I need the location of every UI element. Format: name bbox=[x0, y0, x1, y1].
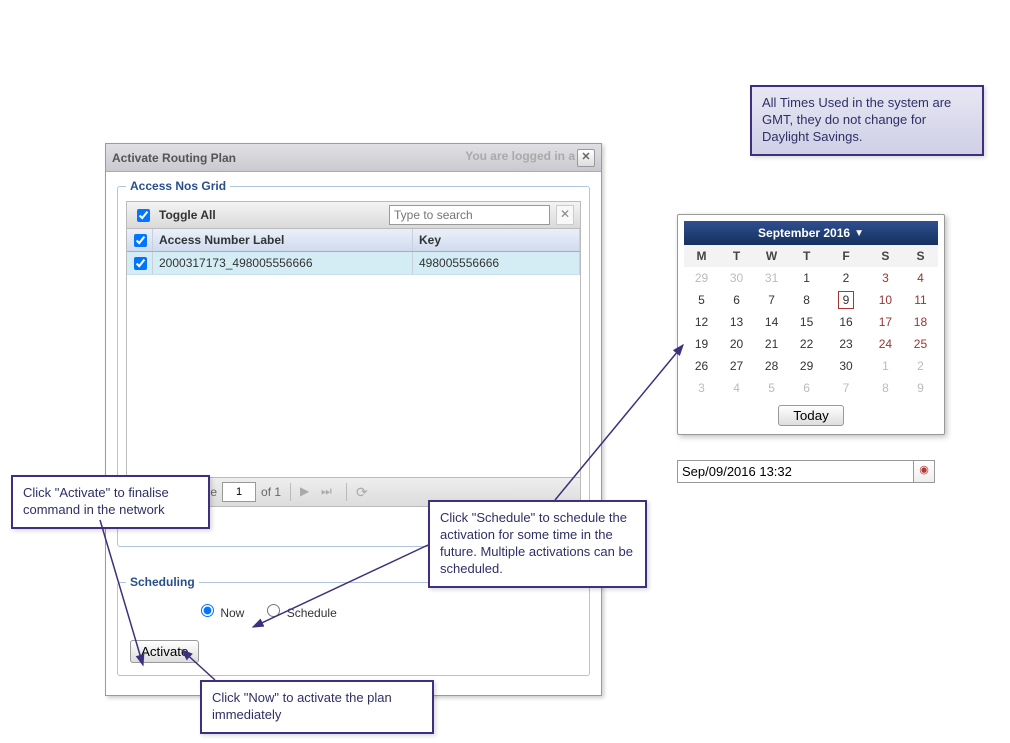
calendar-day[interactable]: 4 bbox=[903, 267, 938, 289]
calendar-day[interactable]: 1 bbox=[868, 355, 903, 377]
calendar-dow: F bbox=[824, 245, 868, 267]
calendar-day[interactable]: 4 bbox=[719, 377, 754, 399]
calendar-day[interactable]: 21 bbox=[754, 333, 789, 355]
dialog-titlebar[interactable]: Activate Routing Plan You are logged in … bbox=[106, 144, 601, 172]
calendar-day[interactable]: 3 bbox=[868, 267, 903, 289]
grid-toolbar: Toggle All ✕ bbox=[127, 202, 580, 229]
pager-page-input[interactable] bbox=[222, 482, 256, 502]
calendar-day[interactable]: 8 bbox=[789, 289, 824, 311]
calendar-today-button[interactable]: Today bbox=[778, 405, 844, 426]
calendar-widget: September 2016 ▼ MTWTFSS 293031123456789… bbox=[677, 214, 945, 435]
callout-activate: Click "Activate" to finalise command in … bbox=[11, 475, 210, 529]
callout-schedule-text: Click "Schedule" to schedule the activat… bbox=[440, 510, 633, 576]
callout-schedule: Click "Schedule" to schedule the activat… bbox=[428, 500, 647, 588]
calendar-day[interactable]: 25 bbox=[903, 333, 938, 355]
calendar-day[interactable]: 1 bbox=[789, 267, 824, 289]
calendar-dow: T bbox=[719, 245, 754, 267]
calendar-day[interactable]: 24 bbox=[868, 333, 903, 355]
calendar-day[interactable]: 27 bbox=[719, 355, 754, 377]
col-checkbox bbox=[127, 229, 153, 251]
calendar-day[interactable]: 5 bbox=[684, 289, 719, 311]
calendar-day[interactable]: 6 bbox=[719, 289, 754, 311]
calendar-day[interactable]: 15 bbox=[789, 311, 824, 333]
calendar-day[interactable]: 12 bbox=[684, 311, 719, 333]
calendar-day[interactable]: 2 bbox=[903, 355, 938, 377]
refresh-icon[interactable]: ⟳ bbox=[356, 484, 372, 500]
calendar-title: September 2016 bbox=[758, 226, 850, 240]
calendar-day[interactable]: 18 bbox=[903, 311, 938, 333]
calendar-day[interactable]: 9 bbox=[903, 377, 938, 399]
calendar-dow: S bbox=[868, 245, 903, 267]
calendar-day[interactable]: 7 bbox=[824, 377, 868, 399]
calendar-day[interactable]: 29 bbox=[684, 267, 719, 289]
calendar-dropdown-icon[interactable]: ▼ bbox=[854, 228, 864, 239]
table-row[interactable]: 2000317173_498005556666 498005556666 bbox=[127, 252, 580, 275]
row-label: 2000317173_498005556666 bbox=[153, 252, 413, 274]
callout-gmt-text: All Times Used in the system are GMT, th… bbox=[762, 95, 951, 144]
dialog-title: Activate Routing Plan bbox=[112, 151, 236, 165]
calendar-day[interactable]: 30 bbox=[824, 355, 868, 377]
col-label[interactable]: Access Number Label bbox=[153, 229, 413, 251]
calendar-day[interactable]: 20 bbox=[719, 333, 754, 355]
calendar-day[interactable]: 23 bbox=[824, 333, 868, 355]
calendar-day[interactable]: 16 bbox=[824, 311, 868, 333]
calendar-day[interactable]: 10 bbox=[868, 289, 903, 311]
calendar-dow: M bbox=[684, 245, 719, 267]
calendar-dow: T bbox=[789, 245, 824, 267]
calendar-day[interactable]: 30 bbox=[719, 267, 754, 289]
scheduling-options: Now Schedule bbox=[126, 595, 581, 636]
callout-now: Click "Now" to activate the plan immedia… bbox=[200, 680, 434, 734]
calendar-day[interactable]: 17 bbox=[868, 311, 903, 333]
calendar-day[interactable]: 19 bbox=[684, 333, 719, 355]
dialog-activate-routing-plan: Activate Routing Plan You are logged in … bbox=[105, 143, 602, 696]
calendar-grid: MTWTFSS 29303112345678910111213141516171… bbox=[684, 245, 938, 399]
radio-now[interactable]: Now bbox=[196, 601, 244, 620]
callout-activate-text: Click "Activate" to finalise command in … bbox=[23, 485, 169, 517]
logged-in-text: You are logged in a bbox=[465, 149, 575, 163]
grid-body: 2000317173_498005556666 498005556666 bbox=[127, 252, 580, 477]
close-icon[interactable]: ✕ bbox=[577, 149, 595, 167]
callout-now-text: Click "Now" to activate the plan immedia… bbox=[212, 690, 392, 722]
calendar-day[interactable]: 3 bbox=[684, 377, 719, 399]
calendar-day[interactable]: 26 bbox=[684, 355, 719, 377]
grid-header: Access Number Label Key bbox=[127, 229, 580, 252]
access-grid-legend: Access Nos Grid bbox=[126, 179, 230, 193]
calendar-dow: S bbox=[903, 245, 938, 267]
calendar-day[interactable]: 5 bbox=[754, 377, 789, 399]
calendar-day[interactable]: 7 bbox=[754, 289, 789, 311]
row-key: 498005556666 bbox=[413, 252, 580, 274]
calendar-day[interactable]: 22 bbox=[789, 333, 824, 355]
clear-search-icon[interactable]: ✕ bbox=[556, 205, 574, 225]
callout-gmt: All Times Used in the system are GMT, th… bbox=[750, 85, 984, 156]
scheduling-legend: Scheduling bbox=[126, 575, 199, 589]
toggle-all-checkbox[interactable] bbox=[137, 209, 150, 222]
toggle-all-label: Toggle All bbox=[159, 208, 216, 222]
calendar-day[interactable]: 11 bbox=[903, 289, 938, 311]
col-checkbox-input[interactable] bbox=[134, 234, 147, 247]
calendar-day[interactable]: 13 bbox=[719, 311, 754, 333]
datetime-input-row: ◉ bbox=[677, 460, 935, 483]
pager-of-label: of 1 bbox=[261, 485, 281, 499]
calendar-dow: W bbox=[754, 245, 789, 267]
calendar-day[interactable]: 6 bbox=[789, 377, 824, 399]
activate-button[interactable]: Activate bbox=[130, 640, 199, 663]
calendar-day[interactable]: 31 bbox=[754, 267, 789, 289]
calendar-day[interactable]: 2 bbox=[824, 267, 868, 289]
access-grid: Toggle All ✕ Access Number Label Key 200… bbox=[126, 201, 581, 507]
calendar-header[interactable]: September 2016 ▼ bbox=[684, 221, 938, 245]
pager-next-icon[interactable]: ▶ bbox=[300, 484, 316, 500]
calendar-day[interactable]: 29 bbox=[789, 355, 824, 377]
col-key[interactable]: Key bbox=[413, 229, 580, 251]
datetime-picker-icon[interactable]: ◉ bbox=[914, 460, 935, 483]
datetime-input[interactable] bbox=[677, 460, 914, 483]
row-checkbox[interactable] bbox=[134, 257, 147, 270]
calendar-day[interactable]: 9 bbox=[824, 289, 868, 311]
calendar-day[interactable]: 8 bbox=[868, 377, 903, 399]
scheduling-fieldset: Scheduling Now Schedule Activate bbox=[117, 582, 590, 676]
search-input[interactable] bbox=[389, 205, 550, 225]
radio-schedule[interactable]: Schedule bbox=[262, 601, 336, 620]
calendar-day[interactable]: 14 bbox=[754, 311, 789, 333]
calendar-day[interactable]: 28 bbox=[754, 355, 789, 377]
pager-last-icon[interactable]: ⏭ bbox=[321, 484, 337, 500]
